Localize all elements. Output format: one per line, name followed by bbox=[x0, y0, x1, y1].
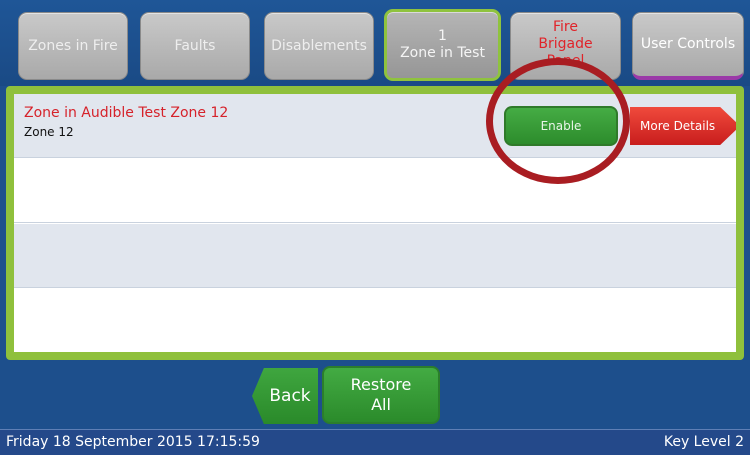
tab-bar: Zones in Fire Faults Disablements 1 Zone… bbox=[0, 0, 750, 86]
restore-all-button[interactable]: Restore All bbox=[322, 366, 440, 424]
more-details-button-label: More Details bbox=[640, 119, 716, 133]
list-item-empty bbox=[14, 224, 736, 288]
enable-button-label: Enable bbox=[540, 119, 582, 133]
more-details-button[interactable]: More Details bbox=[630, 107, 736, 145]
status-bar: Friday 18 September 2015 17:15:59 Key Le… bbox=[0, 429, 750, 455]
back-button-label: Back bbox=[269, 386, 311, 406]
tab-user-controls[interactable]: User Controls bbox=[632, 12, 744, 80]
tab-fire-brigade-panel-label: Fire Brigade Panel bbox=[538, 19, 593, 69]
tab-zones-in-fire-label: Zones in Fire bbox=[28, 37, 118, 54]
back-button[interactable]: Back bbox=[252, 368, 318, 424]
status-datetime: Friday 18 September 2015 17:15:59 bbox=[6, 434, 260, 450]
tab-faults-label: Faults bbox=[174, 37, 216, 54]
list-item-empty bbox=[14, 289, 736, 352]
tab-disablements[interactable]: Disablements bbox=[264, 12, 374, 80]
tab-zone-in-test[interactable]: 1 Zone in Test bbox=[384, 9, 501, 81]
zone-list: Zone in Audible Test Zone 12 Zone 12 Ena… bbox=[14, 94, 736, 352]
enable-button[interactable]: Enable bbox=[504, 106, 618, 146]
tab-zone-in-test-label: 1 Zone in Test bbox=[400, 28, 485, 61]
restore-all-button-label: Restore All bbox=[350, 375, 412, 414]
zone-title: Zone in Audible Test Zone 12 bbox=[24, 105, 229, 121]
list-item-empty bbox=[14, 159, 736, 223]
zone-list-panel: Zone in Audible Test Zone 12 Zone 12 Ena… bbox=[6, 86, 744, 360]
tab-disablements-label: Disablements bbox=[271, 37, 367, 54]
status-key-level: Key Level 2 bbox=[663, 434, 744, 450]
list-item[interactable]: Zone in Audible Test Zone 12 Zone 12 Ena… bbox=[14, 94, 736, 158]
zone-subtitle: Zone 12 bbox=[24, 125, 74, 139]
tab-zones-in-fire[interactable]: Zones in Fire bbox=[18, 12, 128, 80]
tab-fire-brigade-panel[interactable]: Fire Brigade Panel bbox=[510, 12, 621, 80]
tab-user-controls-label: User Controls bbox=[640, 36, 736, 52]
tab-faults[interactable]: Faults bbox=[140, 12, 250, 80]
